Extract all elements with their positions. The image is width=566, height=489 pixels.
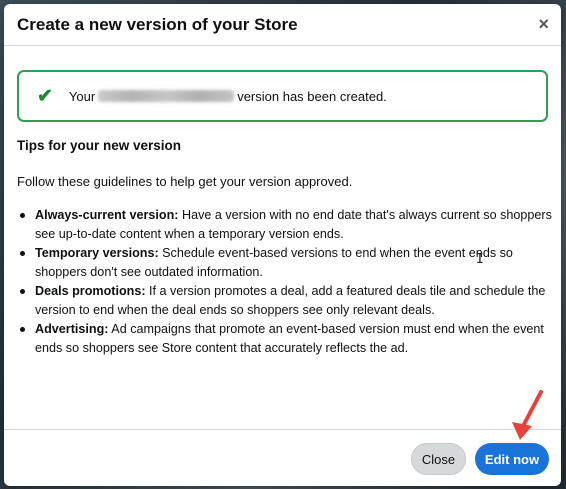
redacted-version-name xyxy=(98,90,235,102)
arrow-annotation-icon xyxy=(512,390,543,440)
dialog-footer: Close Edit now xyxy=(4,429,561,486)
create-version-dialog: Create a new version of your Store × ✔ Y… xyxy=(4,4,561,486)
tips-list: Always-current version: Have a version w… xyxy=(17,206,561,358)
tips-intro: Follow these guidelines to help get your… xyxy=(17,174,353,189)
check-icon: ✔ xyxy=(37,85,53,107)
close-icon[interactable]: × xyxy=(538,14,549,35)
edit-now-button[interactable]: Edit now xyxy=(475,443,549,475)
tip-term: Advertising: xyxy=(35,322,109,336)
list-item: Always-current version: Have a version w… xyxy=(20,206,561,244)
tips-heading: Tips for your new version xyxy=(17,138,182,153)
alert-suffix: version has been created. xyxy=(237,88,387,104)
tip-term: Deals promotions: xyxy=(35,284,146,298)
tip-term: Always-current version: xyxy=(35,208,179,222)
text-cursor-icon: I xyxy=(476,252,484,267)
list-item: Advertising: Ad campaigns that promote a… xyxy=(20,320,561,358)
tip-text: Ad campaigns that promote an event-based… xyxy=(35,322,544,355)
list-item: Deals promotions: If a version promotes … xyxy=(20,282,561,320)
dialog-title: Create a new version of your Store xyxy=(17,14,298,34)
tip-term: Temporary versions: xyxy=(35,246,159,260)
dialog-header: Create a new version of your Store × xyxy=(4,4,561,46)
close-button[interactable]: Close xyxy=(411,443,466,475)
success-alert: ✔ Your version has been created. xyxy=(17,70,548,122)
alert-prefix: Your xyxy=(68,88,96,104)
